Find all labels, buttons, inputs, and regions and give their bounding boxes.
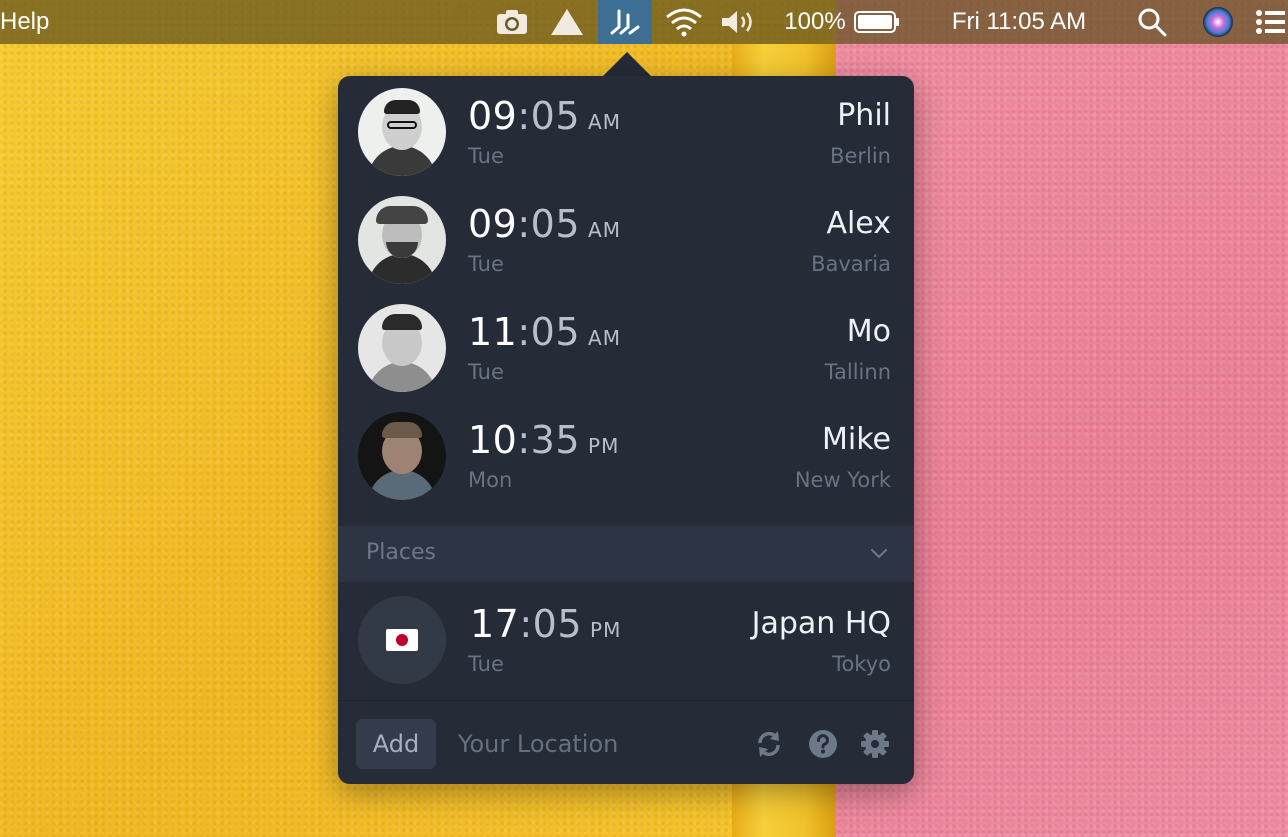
person-city: Berlin [830,144,891,168]
person-name: Alex [826,206,891,241]
siri-icon[interactable] [1198,0,1238,44]
person-time: 09:05 AM [468,94,621,138]
person-city: New York [794,468,891,492]
places-section-header[interactable]: Places [338,526,914,582]
person-name: Mo [846,314,891,349]
japan-flag-icon [386,629,418,651]
help-icon[interactable] [808,729,838,759]
place-city: Tokyo [832,652,891,676]
add-button[interactable]: Add [356,719,436,769]
timezone-app-icon[interactable] [598,0,652,44]
place-name: Japan HQ [751,606,891,641]
popover-footer: Add [338,700,914,784]
person-row-phil[interactable]: 09:05 AM Tue Phil Berlin [338,76,914,184]
drive-icon[interactable] [548,0,586,44]
help-menu[interactable]: Help [0,8,49,36]
person-day: Tue [468,144,504,168]
person-day: Tue [468,252,504,276]
flag-avatar [358,596,446,684]
volume-icon[interactable] [718,0,760,44]
menu-bar: Help 100% Fri 11:05 AM [0,0,1288,44]
settings-gear-icon[interactable] [860,729,890,759]
timezone-popover: 09:05 AM Tue Phil Berlin 09:05 AM Tue Alex… [338,76,914,784]
chevron-down-icon[interactable] [870,544,888,562]
popover-caret [603,52,651,76]
location-input[interactable] [458,719,728,769]
person-row-mike[interactable]: 10:35 PM Mon Mike New York [338,400,914,508]
battery-percent: 100% [784,8,846,35]
person-time: 09:05 AM [468,202,621,246]
refresh-icon[interactable] [754,729,784,759]
wifi-icon[interactable] [662,0,706,44]
person-time: 10:35 PM [468,418,620,462]
avatar [358,196,446,284]
person-row-mo[interactable]: 11:05 AM Tue Mo Tallinn [338,292,914,400]
places-title: Places [366,540,436,565]
search-icon[interactable] [1134,0,1170,44]
person-city: Tallinn [824,360,891,384]
person-row-alex[interactable]: 09:05 AM Tue Alex Bavaria [338,184,914,292]
person-day: Mon [468,468,513,492]
avatar [358,412,446,500]
place-day: Tue [468,652,504,676]
avatar [358,304,446,392]
place-time: 17:05 PM [470,602,622,646]
avatar [358,88,446,176]
menubar-clock[interactable]: Fri 11:05 AM [934,0,1104,44]
person-name: Phil [837,98,891,133]
menu-list-icon[interactable] [1252,0,1288,44]
person-day: Tue [468,360,504,384]
camera-icon[interactable] [494,0,530,44]
place-row-japan-hq[interactable]: 17:05 PM Tue Japan HQ Tokyo [338,582,914,700]
person-time: 11:05 AM [468,310,621,354]
person-name: Mike [822,422,891,457]
person-city: Bavaria [811,252,891,276]
battery-icon[interactable] [852,0,902,44]
